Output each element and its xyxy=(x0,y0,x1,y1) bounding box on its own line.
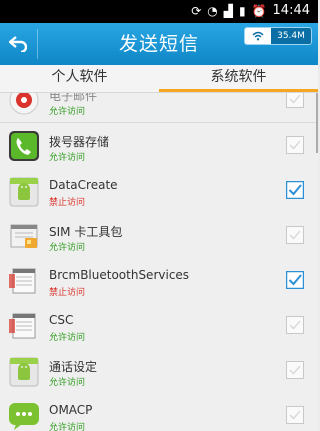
app-status: 允许访问 xyxy=(49,423,86,431)
list-item[interactable]: 电子邮件 允许访问 xyxy=(0,93,318,123)
generic-app-icon xyxy=(7,309,41,343)
app-status: 允许访问 xyxy=(49,333,86,343)
status-icons: ⟳ ◔ ▟ ▮ ⏰ 14:44 xyxy=(191,3,310,18)
app-list[interactable]: 电子邮件 允许访问 拨号器存储 允许访问 DataCreate 禁止访问 SIM… xyxy=(0,93,318,431)
status-bar: ⟳ ◔ ▟ ▮ ⏰ 14:44 xyxy=(0,0,318,23)
app-name: CSC xyxy=(49,313,74,327)
list-item[interactable]: 通话设定 允许访问 xyxy=(0,348,318,394)
network-usage-badge[interactable]: 35.4M xyxy=(244,27,312,45)
wifi-icon: ◔ xyxy=(207,3,218,18)
network-usage-value: 35.4M xyxy=(277,31,305,41)
checkbox[interactable] xyxy=(286,316,304,334)
app-status: 禁止访问 xyxy=(49,198,86,208)
phone-icon xyxy=(7,129,41,163)
android-app-icon xyxy=(7,354,41,388)
list-item[interactable]: DataCreate 禁止访问 xyxy=(0,168,318,214)
alarm-icon: ⏰ xyxy=(251,3,267,18)
app-name: 电子邮件 xyxy=(49,93,98,103)
chat-icon xyxy=(7,399,41,431)
app-name: OMACP xyxy=(49,403,93,417)
checkbox[interactable] xyxy=(286,93,304,108)
app-status: 允许访问 xyxy=(49,243,86,253)
tab-personal-apps[interactable]: 个人软件 xyxy=(0,65,159,92)
checkbox[interactable] xyxy=(286,361,304,379)
list-item[interactable]: SIM 卡工具包 允许访问 xyxy=(0,213,318,259)
sim-toolkit-icon xyxy=(7,219,41,253)
checkbox[interactable] xyxy=(286,226,304,244)
wifi-icon xyxy=(245,28,271,44)
app-name: 通话设定 xyxy=(49,360,98,374)
app-status: 禁止访问 xyxy=(49,288,86,298)
app-name: BrcmBluetoothServices xyxy=(49,268,190,282)
generic-app-icon xyxy=(7,264,41,298)
tab-system-apps[interactable]: 系统软件 xyxy=(159,65,318,92)
signal-icon: ▟ xyxy=(223,3,233,18)
app-name: 拨号器存储 xyxy=(49,135,110,149)
list-item[interactable]: BrcmBluetoothServices 禁止访问 xyxy=(0,258,318,304)
app-name: SIM 卡工具包 xyxy=(49,225,123,239)
battery-icon: ▮ xyxy=(238,3,246,18)
app-name: DataCreate xyxy=(49,178,118,192)
checkbox[interactable] xyxy=(286,136,304,154)
scrollbar[interactable] xyxy=(316,93,318,153)
title-bar: 发送短信 35.4M xyxy=(0,23,318,65)
app-status: 允许访问 xyxy=(49,107,86,117)
sync-icon: ⟳ xyxy=(191,3,202,18)
app-status: 允许访问 xyxy=(49,378,86,388)
clock: 14:44 xyxy=(272,3,310,18)
checkbox-checked[interactable] xyxy=(285,270,305,290)
android-app-icon xyxy=(7,174,41,208)
checkbox[interactable] xyxy=(286,406,304,424)
tab-indicator xyxy=(159,89,318,92)
email-icon xyxy=(7,93,41,117)
list-item[interactable]: 拨号器存储 允许访问 xyxy=(0,123,318,169)
app-status: 允许访问 xyxy=(49,153,86,163)
checkbox-checked[interactable] xyxy=(285,180,305,200)
list-item[interactable]: CSC 允许访问 xyxy=(0,303,318,349)
tab-bar: 个人软件 系统软件 xyxy=(0,65,318,93)
list-item[interactable]: OMACP 允许访问 xyxy=(0,393,318,431)
